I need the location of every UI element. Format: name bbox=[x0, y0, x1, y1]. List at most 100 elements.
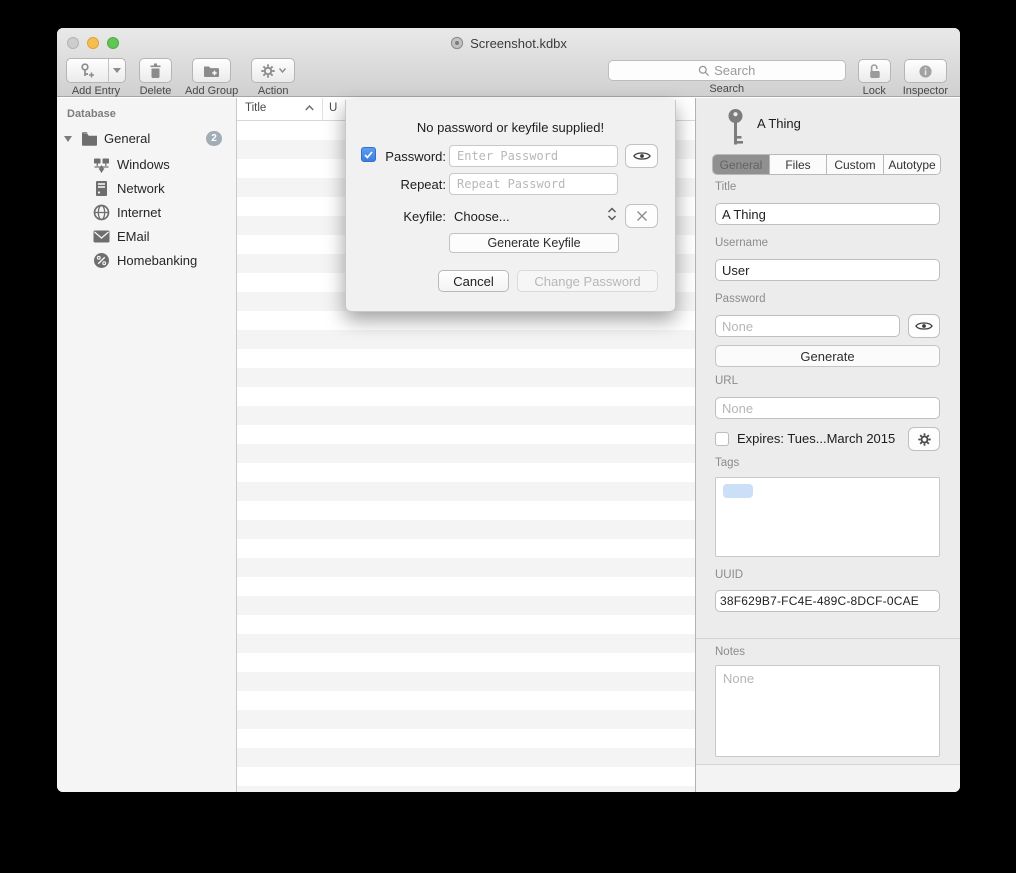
tab-custom[interactable]: Custom bbox=[827, 155, 884, 174]
url-label: URL bbox=[715, 375, 738, 387]
inspector-divider bbox=[696, 638, 960, 639]
password-checkbox[interactable] bbox=[361, 147, 376, 162]
password-label: Password bbox=[715, 293, 766, 305]
title-field[interactable] bbox=[715, 203, 940, 225]
document-icon[interactable] bbox=[450, 36, 464, 50]
chevron-down-icon[interactable] bbox=[108, 59, 125, 82]
username-field[interactable] bbox=[715, 259, 940, 281]
generate-keyfile-button[interactable]: Generate Keyfile bbox=[449, 233, 619, 253]
sidebar-item-label: General bbox=[104, 131, 150, 146]
sidebar-header: Database bbox=[67, 108, 116, 120]
percent-icon bbox=[93, 252, 110, 269]
notes-box[interactable]: None bbox=[715, 665, 940, 757]
keyfile-popup[interactable]: Choose... bbox=[454, 209, 510, 224]
search-item: Search Search bbox=[608, 58, 846, 97]
sheet-repeat-input[interactable] bbox=[449, 173, 618, 195]
sidebar-item-label: Network bbox=[117, 181, 165, 196]
padlock-open-icon bbox=[867, 63, 882, 79]
globe-icon bbox=[93, 204, 110, 221]
sidebar-item-label: EMail bbox=[117, 229, 150, 244]
sidebar-item-general[interactable]: General 2 bbox=[57, 128, 236, 150]
disclosure-triangle-icon[interactable] bbox=[64, 136, 72, 142]
title-label: Title bbox=[715, 181, 736, 193]
computers-icon bbox=[93, 157, 110, 173]
change-password-button[interactable]: Change Password bbox=[517, 270, 658, 292]
sidebar-item-email[interactable]: EMail bbox=[57, 226, 236, 248]
key-icon bbox=[725, 108, 746, 147]
sidebar-item-network[interactable]: Network bbox=[57, 178, 236, 200]
lock-button[interactable] bbox=[858, 59, 891, 83]
url-field[interactable] bbox=[715, 397, 940, 419]
tab-autotype[interactable]: Autotype bbox=[884, 155, 940, 174]
search-label: Search bbox=[709, 83, 744, 95]
add-group-item: Add Group bbox=[185, 58, 238, 97]
uuid-label: UUID bbox=[715, 569, 743, 581]
sheet-repeat-label: Repeat: bbox=[378, 177, 446, 192]
delete-item: Delete bbox=[139, 58, 172, 97]
add-entry-label: Add Entry bbox=[72, 85, 120, 97]
expires-settings-button[interactable] bbox=[908, 427, 940, 451]
change-password-label: Change Password bbox=[534, 274, 640, 289]
sheet-password-input[interactable] bbox=[449, 145, 618, 167]
app-window: Screenshot.kdbx Add Entry bbox=[57, 28, 960, 792]
tab-files[interactable]: Files bbox=[770, 155, 827, 174]
sidebar-item-label: Internet bbox=[117, 205, 161, 220]
delete-label: Delete bbox=[140, 85, 172, 97]
chevron-down-icon bbox=[279, 68, 286, 73]
sidebar-item-label: Windows bbox=[117, 157, 170, 172]
stepper-icon[interactable] bbox=[607, 206, 617, 222]
notes-placeholder: None bbox=[723, 671, 754, 686]
reveal-password-button[interactable] bbox=[908, 314, 940, 338]
zoom-button[interactable] bbox=[107, 37, 119, 49]
eye-icon bbox=[915, 320, 933, 332]
folder-plus-icon bbox=[203, 64, 220, 78]
generate-keyfile-label: Generate Keyfile bbox=[487, 236, 580, 250]
username-label: Username bbox=[715, 237, 768, 249]
lock-label: Lock bbox=[863, 85, 886, 97]
column-divider[interactable] bbox=[322, 98, 323, 120]
column-header-username[interactable]: U bbox=[329, 102, 337, 114]
clear-keyfile-button[interactable] bbox=[625, 204, 658, 228]
sort-ascending-icon bbox=[305, 105, 314, 111]
tags-box[interactable] bbox=[715, 477, 940, 557]
uuid-field[interactable] bbox=[715, 590, 940, 612]
tag-pill[interactable] bbox=[723, 484, 753, 498]
sidebar-item-windows[interactable]: Windows bbox=[57, 154, 236, 176]
password-field[interactable] bbox=[715, 315, 900, 337]
window-header: Screenshot.kdbx Add Entry bbox=[57, 28, 960, 97]
minimize-button[interactable] bbox=[87, 37, 99, 49]
cancel-button[interactable]: Cancel bbox=[438, 270, 509, 292]
close-button[interactable] bbox=[67, 37, 79, 49]
search-icon bbox=[698, 65, 710, 77]
delete-button[interactable] bbox=[139, 58, 172, 83]
key-plus-icon[interactable] bbox=[67, 59, 108, 82]
action-button[interactable] bbox=[251, 58, 295, 83]
trash-icon bbox=[148, 63, 163, 79]
check-icon bbox=[364, 151, 373, 159]
generate-password-button[interactable]: Generate bbox=[715, 345, 940, 367]
inspector-tabs: General Files Custom Autotype bbox=[712, 154, 941, 175]
action-label: Action bbox=[258, 85, 289, 97]
sheet-reveal-button[interactable] bbox=[625, 144, 658, 168]
sidebar-item-internet[interactable]: Internet bbox=[57, 202, 236, 224]
inspector-button[interactable] bbox=[904, 59, 947, 83]
tab-general[interactable]: General bbox=[713, 155, 770, 174]
gear-icon bbox=[260, 63, 276, 79]
folder-icon bbox=[81, 131, 98, 146]
info-circle-icon bbox=[918, 64, 933, 79]
expires-checkbox[interactable] bbox=[715, 432, 729, 446]
titlebar[interactable]: Screenshot.kdbx bbox=[57, 28, 960, 58]
sheet-password-label: Password: bbox=[378, 149, 446, 164]
toolbar: Add Entry Delete A bbox=[57, 58, 960, 97]
add-entry-button[interactable] bbox=[66, 58, 126, 83]
x-icon bbox=[636, 210, 648, 222]
group-count-badge: 2 bbox=[206, 131, 222, 146]
sidebar-item-homebanking[interactable]: Homebanking bbox=[57, 250, 236, 272]
search-input[interactable]: Search bbox=[608, 60, 846, 81]
inspector-panel: A Thing General Files Custom Autotype Ti… bbox=[696, 98, 960, 792]
column-header-title[interactable]: Title bbox=[245, 102, 266, 114]
server-icon bbox=[95, 180, 108, 197]
action-item: Action bbox=[251, 58, 295, 97]
add-group-button[interactable] bbox=[192, 58, 231, 83]
traffic-lights bbox=[67, 37, 119, 49]
